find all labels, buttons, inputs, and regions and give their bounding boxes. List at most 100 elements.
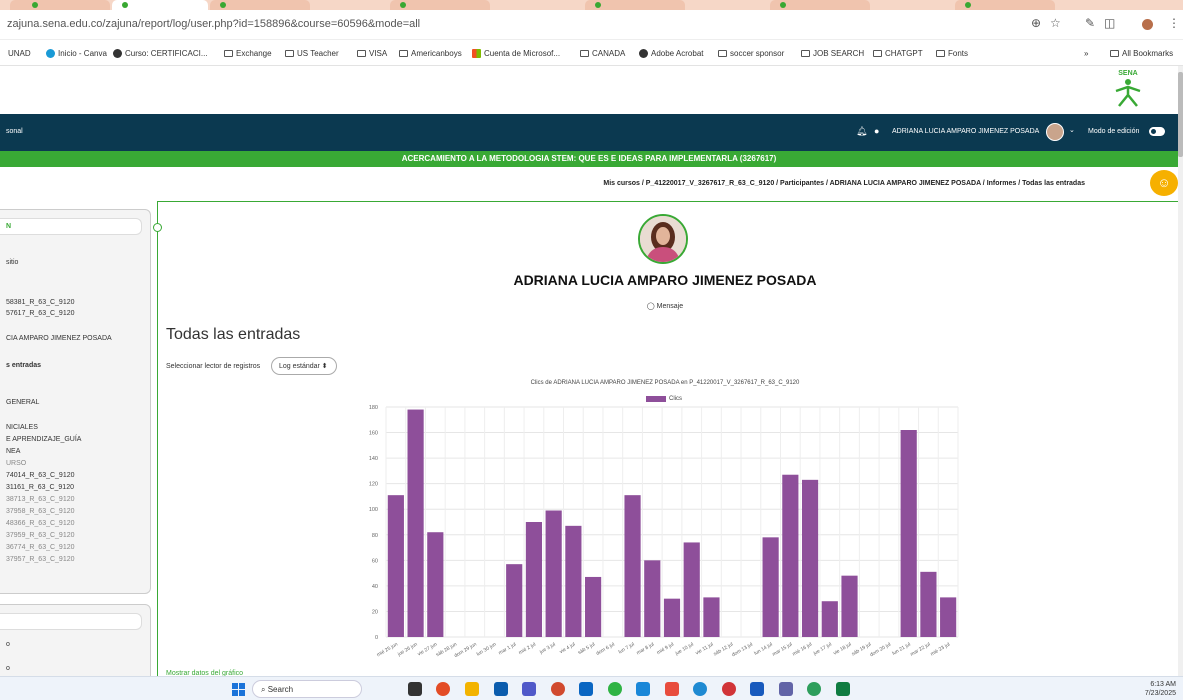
address-bar[interactable]: zajuna.sena.edu.co/zajuna/report/log/use… [0,10,1183,40]
profile-icon[interactable] [1142,19,1153,30]
y-tick-label: 60 [372,558,378,564]
linkedin-icon[interactable] [579,682,593,696]
edit-mode-toggle[interactable] [1149,127,1165,136]
screen: zajuna.sena.edu.co/zajuna/report/log/use… [0,0,1183,700]
bookmark-microsoft[interactable]: Cuenta de Microsof... [472,49,560,58]
sidebar-item[interactable]: 74014_R_63_C_9120 [6,472,75,479]
sidebar2-item[interactable]: o [6,665,10,672]
bookmark-us-teacher[interactable]: US Teacher [285,49,339,58]
sidebar-item[interactable]: 58381_R_63_C_9120 [6,299,75,306]
app-icon[interactable] [636,682,650,696]
sidebar-item[interactable]: 31161_R_63_C_9120 [6,484,74,491]
app-icon[interactable] [551,682,565,696]
bookmark-canada[interactable]: CANADA [580,49,625,58]
speech-bubble-icon: ◯ [646,303,655,310]
extensions-icon[interactable]: ◫ [1104,16,1115,30]
url-text[interactable]: zajuna.sena.edu.co/zajuna/report/log/use… [7,18,420,30]
sidebar2-header[interactable] [0,613,142,630]
x-tick-label: vie 18 jul [832,642,852,657]
bookmark-americanboys[interactable]: Americanboys [399,49,462,58]
store-icon[interactable] [494,682,508,696]
chrome-alt-icon[interactable] [722,682,736,696]
x-tick-label: mié 25 jun [376,641,399,658]
browser-tab[interactable] [10,0,110,10]
bookmark-curso[interactable]: Curso: CERTIFICACI... [113,49,208,58]
chat-icon[interactable]: ● [874,126,879,136]
sidebar-item[interactable]: 36774_R_63_C_9120 [6,544,75,551]
whatsapp-icon[interactable] [608,682,622,696]
bookmark-soccer[interactable]: soccer sponsor [718,49,784,58]
teams-icon[interactable] [522,682,536,696]
sidebar-header[interactable]: N [0,218,142,235]
folder-icon [285,50,294,57]
excel-icon[interactable] [836,682,850,696]
bookmark-job-search[interactable]: JOB SEARCH [801,49,864,58]
app-icon[interactable] [779,682,793,696]
x-tick-label: dom 6 jul [595,642,616,657]
sidebar-item[interactable]: 38713_R_63_C_9120 [6,496,75,503]
browser-tab[interactable] [955,0,1055,10]
sidebar-item[interactable]: 48366_R_63_C_9120 [6,520,75,527]
drawer-handle[interactable] [153,223,162,232]
bookmark-adobe[interactable]: Adobe Acrobat [639,49,703,58]
x-tick-label: vie 11 jul [695,642,715,657]
globe-icon [113,49,122,58]
browser-tab-active[interactable] [112,0,208,10]
user-avatar[interactable] [1046,123,1064,141]
app-icon[interactable] [807,682,821,696]
task-view-icon[interactable] [408,682,422,696]
bookmark-exchange[interactable]: Exchange [224,49,272,58]
edge-icon[interactable] [693,682,707,696]
bookmark-star-icon[interactable]: ☆ [1050,16,1061,30]
all-bookmarks-button[interactable]: All Bookmarks [1110,49,1173,58]
bookmark-fonts[interactable]: Fonts [936,49,968,58]
sidebar-item[interactable]: NICIALES [6,424,38,431]
browser-tab[interactable] [390,0,490,10]
breadcrumb[interactable]: Mis cursos / P_41220017_V_3267617_R_63_C… [0,180,1085,187]
sidebar-item[interactable]: 37957_R_63_C_9120 [6,556,75,563]
bookmarks-overflow-button[interactable]: » [1084,49,1088,58]
edit-mode-label: Modo de edición [1088,128,1140,135]
log-reader-select[interactable]: Log estándar ⬍ [271,357,337,375]
sidebar-item[interactable]: 57617_R_63_C_9120 [6,310,75,317]
windows-start-icon[interactable] [232,683,245,696]
sidebar-item[interactable]: E APRENDIZAJE_GUÍA [6,436,81,443]
bookmark-canva[interactable]: Inicio - Canva [46,49,107,58]
browser-tab[interactable] [210,0,310,10]
bookmark-visa[interactable]: VISA [357,49,387,58]
sidebar-item[interactable]: sitio [6,259,18,266]
taskbar: ⌕ Search 6:13 AM 7/23/2025 [0,676,1183,700]
menu-icon[interactable]: ⋮ [1168,16,1180,30]
page-scrollbar[interactable] [1178,66,1183,676]
user-name[interactable]: ADRIANA LUCIA AMPARO JIMENEZ POSADA [892,128,1039,135]
browser-tab[interactable] [585,0,685,10]
zoom-icon[interactable]: ⊕ [1031,16,1041,30]
sidebar-item[interactable]: 37959_R_63_C_9120 [6,532,75,539]
sidebar-item[interactable]: URSO [6,460,26,467]
bookmark-chatgpt[interactable]: CHATGPT [873,49,923,58]
outlook-icon[interactable] [750,682,764,696]
profile-avatar[interactable] [638,214,688,264]
system-clock[interactable]: 6:13 AM 7/23/2025 [1130,680,1176,698]
y-tick-label: 80 [372,533,378,539]
sidebar-item[interactable]: 37958_R_63_C_9120 [6,508,75,515]
sidebar-item[interactable]: s entradas [6,362,41,369]
sidebar-item[interactable]: NEA [6,448,20,455]
taskbar-search[interactable]: ⌕ Search [252,680,362,698]
bookmark-unad[interactable]: UNAD [8,49,31,58]
file-explorer-icon[interactable] [465,682,479,696]
scrollbar-thumb[interactable] [1178,72,1183,157]
message-link[interactable]: ◯ Mensaje [300,302,1030,310]
help-button[interactable]: ☺ [1150,170,1178,196]
browser-tab[interactable] [770,0,870,10]
bell-icon[interactable]: 🔔︎ [856,126,867,137]
sidebar-item[interactable]: GENERAL [6,399,39,406]
pen-icon[interactable]: ✎ [1085,16,1095,30]
sidebar-item[interactable]: CIA AMPARO JIMENEZ POSADA [6,335,112,342]
nav-personal-link[interactable]: sonal [6,128,23,135]
chevron-down-icon[interactable]: ⌄ [1069,126,1075,134]
chrome-icon[interactable] [436,682,450,696]
app-icon[interactable] [665,682,679,696]
sena-logo[interactable]: SENA [1113,70,1143,108]
sidebar2-item[interactable]: o [6,641,10,648]
